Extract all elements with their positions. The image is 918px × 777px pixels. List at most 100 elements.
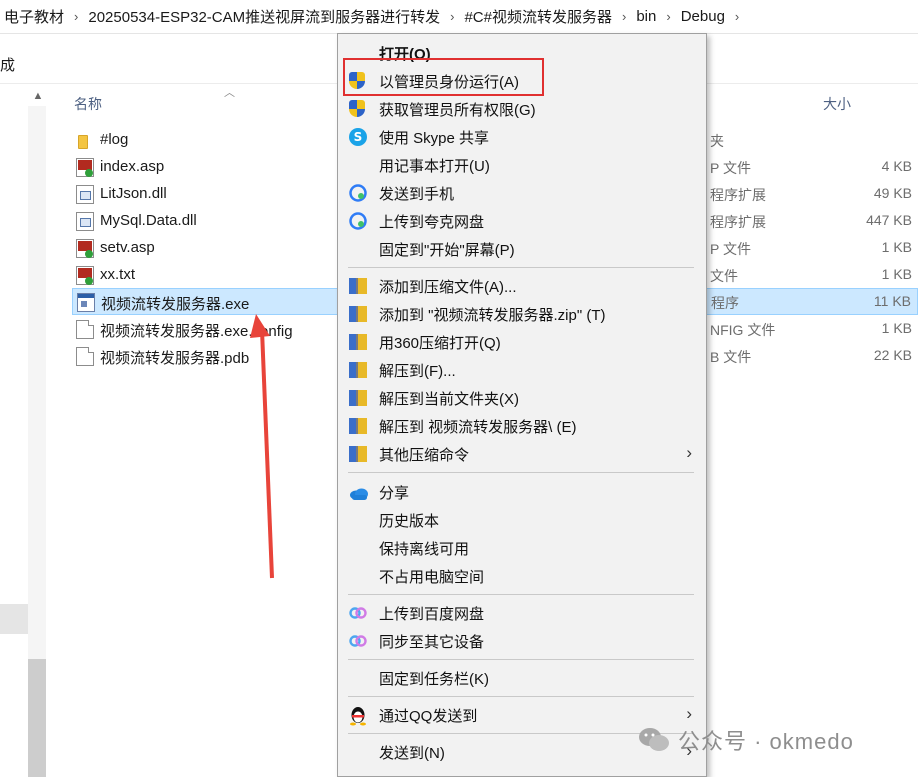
breadcrumb-item[interactable]: Debug [677, 8, 729, 25]
menu-item-label: 固定到任务栏(K) [379, 671, 489, 688]
menu-item-label: 解压到(F)... [379, 363, 456, 380]
folder-icon [78, 135, 88, 149]
navigation-pane[interactable]: ▲ [0, 84, 48, 777]
menu-item-open-360[interactable]: 用360压缩打开(Q) [338, 328, 706, 356]
menu-item-extract-folder[interactable]: 解压到 视频流转发服务器\ (E) [338, 412, 706, 440]
menu-item-upload-quark[interactable]: 上传到夸克网盘 [338, 207, 706, 235]
chevron-right-icon: › [622, 9, 627, 24]
menu-item-send-to-phone[interactable]: 发送到手机 [338, 179, 706, 207]
archive-icon [349, 390, 367, 406]
menu-item-add-archive[interactable]: 添加到压缩文件(A)... [338, 272, 706, 300]
menu-item-label: 不占用电脑空间 [379, 569, 485, 586]
file-type: 程序 [711, 295, 739, 311]
baidu-netdisk-icon [349, 632, 367, 650]
file-size: 1 KB [881, 266, 912, 282]
menu-item-skype-share[interactable]: S 使用 Skype 共享 [338, 123, 706, 151]
menu-item-label: 使用 Skype 共享 [379, 130, 490, 147]
nav-item-selected[interactable] [0, 604, 28, 634]
file-size: 22 KB [873, 347, 912, 363]
menu-separator [348, 594, 694, 595]
column-header-size[interactable]: 大小 [823, 94, 851, 114]
menu-item-label: 分享 [379, 485, 410, 502]
file-size: 1 KB [881, 320, 912, 336]
menu-separator [348, 696, 694, 697]
file-type: 程序扩展 [710, 187, 766, 203]
file-name: xx.txt [100, 266, 136, 283]
red-highlight-box [343, 58, 544, 96]
file-name: LitJson.dll [100, 185, 167, 202]
menu-item-extract-here[interactable]: 解压到当前文件夹(X) [338, 384, 706, 412]
skype-icon: S [349, 128, 367, 146]
menu-item-other-zip[interactable]: 其他压缩命令 › [338, 440, 706, 468]
baidu-netdisk-icon [349, 604, 367, 622]
breadcrumb-item[interactable]: 20250534-ESP32-CAM推送视屏流到服务器进行转发 [84, 6, 444, 27]
file-name: 视频流转发服务器.pdb [100, 350, 250, 367]
file-name: setv.asp [100, 239, 155, 256]
file-name: 视频流转发服务器.exe.config [100, 323, 293, 340]
menu-item-label: 固定到"开始"屏幕(P) [379, 242, 515, 259]
dll-file-icon [76, 185, 94, 204]
chevron-right-icon: › [450, 9, 455, 24]
context-menu[interactable]: 打开(O) 以管理员身份运行(A) 获取管理员所有权限(G) S 使用 Skyp… [337, 33, 707, 777]
file-type: NFIG 文件 [710, 322, 776, 338]
menu-separator [348, 659, 694, 660]
menu-item-label: 通过QQ发送到 [379, 708, 478, 725]
menu-item-label: 保持离线可用 [379, 541, 470, 558]
menu-item-label: 添加到 "视频流转发服务器.zip" (T) [379, 307, 606, 324]
menu-item-keep-offline[interactable]: 保持离线可用 [338, 534, 706, 562]
column-header-name[interactable]: 名称 [74, 94, 102, 114]
menu-item-label: 用记事本打开(U) [379, 158, 490, 175]
menu-item-history[interactable]: 历史版本 [338, 506, 706, 534]
menu-item-share[interactable]: 分享 [338, 478, 706, 506]
dll-file-icon [76, 212, 94, 231]
onedrive-cloud-icon [349, 487, 369, 500]
address-bar[interactable]: 电子教材 › 20250534-ESP32-CAM推送视屏流到服务器进行转发 ›… [0, 0, 918, 34]
wechat-icon [638, 726, 670, 754]
file-name: MySql.Data.dll [100, 212, 197, 229]
archive-icon [349, 334, 367, 350]
toolbar-label: 完成 [0, 57, 16, 74]
file-name: #log [100, 131, 129, 148]
menu-item-upload-baidu[interactable]: 上传到百度网盘 [338, 599, 706, 627]
menu-item-pin-start[interactable]: 固定到"开始"屏幕(P) [338, 235, 706, 263]
menu-item-label: 历史版本 [379, 513, 440, 530]
asp-file-icon [76, 266, 94, 285]
qq-penguin-icon [349, 706, 367, 726]
menu-item-add-zip[interactable]: 添加到 "视频流转发服务器.zip" (T) [338, 300, 706, 328]
file-type: 夹 [710, 133, 724, 149]
chevron-right-icon: › [666, 9, 671, 24]
sort-up-icon: ︿ [224, 87, 235, 99]
file-size: 11 KB [873, 293, 911, 309]
breadcrumb-item[interactable]: bin [632, 8, 660, 25]
menu-item-free-space[interactable]: 不占用电脑空间 [338, 562, 706, 590]
file-size: 4 KB [881, 158, 912, 174]
menu-item-extract-to[interactable]: 解压到(F)... [338, 356, 706, 384]
nav-scrollbar-thumb[interactable] [28, 659, 46, 777]
scroll-up-icon[interactable]: ▲ [30, 88, 46, 104]
menu-item-take-ownership[interactable]: 获取管理员所有权限(G) [338, 95, 706, 123]
menu-separator [348, 267, 694, 268]
file-name: index.asp [100, 158, 165, 175]
menu-item-label: 获取管理员所有权限(G) [379, 102, 536, 119]
menu-item-label: 添加到压缩文件(A)... [379, 279, 517, 296]
menu-item-label: 发送到(N) [379, 745, 445, 762]
file-icon [76, 320, 94, 339]
menu-item-label: 解压到当前文件夹(X) [379, 391, 519, 408]
menu-item-open-notepad[interactable]: 用记事本打开(U) [338, 151, 706, 179]
exe-file-icon [77, 293, 95, 312]
file-type: 文件 [710, 268, 738, 284]
breadcrumb-item[interactable]: 电子教材 [0, 6, 68, 27]
file-size: 49 KB [873, 185, 912, 201]
archive-icon [349, 362, 367, 378]
file-type: 程序扩展 [710, 214, 766, 230]
menu-item-label: 上传到夸克网盘 [379, 214, 485, 231]
menu-item-label: 同步至其它设备 [379, 634, 485, 651]
file-icon [76, 347, 94, 366]
archive-icon [349, 418, 367, 434]
quark-cloud-icon [349, 212, 367, 230]
menu-item-sync-devices[interactable]: 同步至其它设备 [338, 627, 706, 655]
menu-item-label: 发送到手机 [379, 186, 455, 203]
menu-item-label: 用360压缩打开(Q) [379, 335, 501, 352]
menu-item-pin-taskbar[interactable]: 固定到任务栏(K) [338, 664, 706, 692]
breadcrumb-item[interactable]: #C#视频流转发服务器 [460, 6, 616, 27]
